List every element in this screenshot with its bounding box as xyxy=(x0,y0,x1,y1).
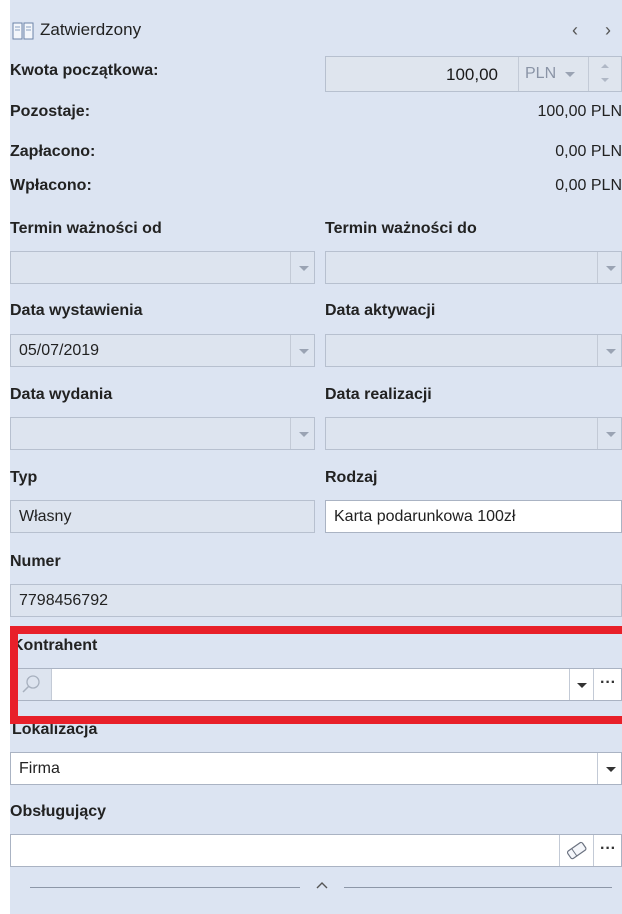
issue-date-label: Data wystawienia xyxy=(10,302,143,319)
divider xyxy=(344,887,612,888)
chevron-up-icon[interactable] xyxy=(314,878,330,892)
realization-date-field[interactable] xyxy=(325,417,622,450)
chevron-down-icon xyxy=(565,72,575,77)
type-field: Własny xyxy=(10,500,315,533)
currency-label: PLN xyxy=(525,65,557,82)
number-value: 7798456792 xyxy=(19,592,108,609)
location-value: Firma xyxy=(19,760,60,777)
type-value: Własny xyxy=(19,508,72,525)
paid-label: Zapłacono: xyxy=(10,143,96,160)
valid-from-label: Termin ważności od xyxy=(10,220,162,237)
initial-amount-label: Kwota początkowa: xyxy=(10,62,159,79)
currency-select[interactable]: PLN xyxy=(518,57,579,91)
eraser-icon[interactable] xyxy=(559,835,594,866)
voucher-panel: Zatwierdzony ‹ › Kwota początkowa: 100,0… xyxy=(10,0,622,914)
type-label: Typ xyxy=(10,469,38,486)
highlight-box xyxy=(10,626,622,724)
release-date-field[interactable] xyxy=(10,417,315,450)
deposited-value: 0,00 PLN xyxy=(555,177,622,194)
valid-to-label: Termin ważności do xyxy=(325,220,477,237)
realization-date-label: Data realizacji xyxy=(325,386,432,403)
kind-label: Rodzaj xyxy=(325,469,378,486)
release-date-label: Data wydania xyxy=(10,386,113,403)
handler-label: Obsługujący xyxy=(10,803,107,820)
chevron-down-icon[interactable] xyxy=(290,252,314,283)
chevron-down-icon[interactable] xyxy=(290,418,314,449)
deposited-label: Wpłacono: xyxy=(10,177,92,194)
chevron-down-icon[interactable] xyxy=(597,753,621,784)
activation-date-field[interactable] xyxy=(325,334,622,367)
issue-date-value: 05/07/2019 xyxy=(19,342,100,359)
spin-up-icon[interactable] xyxy=(601,64,609,68)
number-field: 7798456792 xyxy=(10,584,622,617)
initial-amount-field[interactable]: 100,00 PLN xyxy=(325,56,622,92)
location-field[interactable]: Firma xyxy=(10,752,622,785)
chevron-down-icon[interactable] xyxy=(290,335,314,366)
issue-date-field[interactable]: 05/07/2019 xyxy=(10,334,315,367)
chevron-down-icon[interactable] xyxy=(597,252,621,283)
kind-field[interactable]: Karta podarunkowa 100zł xyxy=(325,500,622,533)
valid-to-field[interactable] xyxy=(325,251,622,284)
chevron-left-icon[interactable]: ‹ xyxy=(572,20,578,41)
chevron-down-icon[interactable] xyxy=(597,335,621,366)
initial-amount-value: 100,00 xyxy=(446,65,498,84)
paid-value: 0,00 PLN xyxy=(555,143,622,160)
remaining-label: Pozostaje: xyxy=(10,103,91,120)
book-icon xyxy=(12,22,34,40)
status-label: Zatwierdzony xyxy=(40,20,142,39)
spin-down-icon[interactable] xyxy=(601,78,609,82)
more-options-icon[interactable]: ··· xyxy=(593,835,622,866)
activation-date-label: Data aktywacji xyxy=(325,302,436,319)
kind-value: Karta podarunkowa 100zł xyxy=(334,508,516,525)
chevron-down-icon[interactable] xyxy=(597,418,621,449)
handler-field[interactable]: ··· xyxy=(10,834,622,867)
chevron-right-icon[interactable]: › xyxy=(605,20,611,41)
remaining-value: 100,00 PLN xyxy=(537,103,622,120)
valid-from-field[interactable] xyxy=(10,251,315,284)
number-label: Numer xyxy=(10,553,61,570)
divider xyxy=(30,887,300,888)
spin-buttons[interactable] xyxy=(588,57,622,91)
